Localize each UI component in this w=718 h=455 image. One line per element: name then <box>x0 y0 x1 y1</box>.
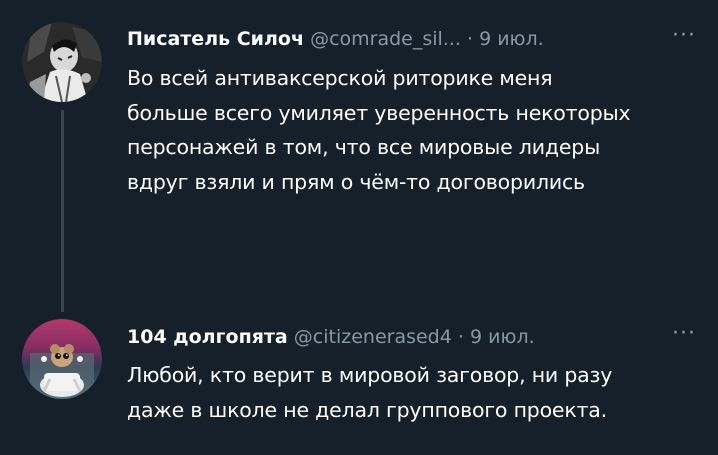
tweet-timestamp[interactable]: 9 июл. <box>470 326 535 348</box>
tweet-text-line: вдруг взяли и прям о чём-то договорились <box>127 169 585 194</box>
header-separator: · <box>466 28 474 50</box>
tweet-text-line: персонажей в том, что все мировые лидеры <box>127 135 601 159</box>
author-name[interactable]: 104 долгопята <box>127 326 288 348</box>
tweet-header: 104 долгопята @citizenerased4 · 9 июл. <box>127 324 698 350</box>
author-handle[interactable]: @comrade_sil... <box>310 28 461 50</box>
tweet-text-line: даже в школе не делал группового проекта… <box>127 397 607 422</box>
tweet-text: Во всей антиваксерской риторике меня бол… <box>127 61 702 199</box>
more-options-icon[interactable]: ··· <box>672 25 696 47</box>
tweet-text-line: Любой, кто верит в мировой заговор, ни р… <box>127 363 613 387</box>
author-name[interactable]: Писатель Силоч <box>127 28 304 50</box>
tweet[interactable]: 104 долгопята @citizenerased4 · 9 июл. ·… <box>0 300 718 455</box>
tweet[interactable]: Писатель Силоч @comrade_sil... · 9 июл. … <box>0 0 718 312</box>
more-options-icon[interactable]: ··· <box>672 323 696 345</box>
avatar[interactable] <box>22 22 102 102</box>
tweet-timestamp[interactable]: 9 июл. <box>479 28 544 50</box>
tweet-header: Писатель Силоч @comrade_sil... · 9 июл. <box>127 26 698 52</box>
header-separator: · <box>457 326 464 348</box>
tweet-text-line: Во всей антиваксерской риторике меня <box>127 66 553 90</box>
tweet-text-line: больше всего умиляет уверенность некотор… <box>127 100 631 125</box>
avatar[interactable] <box>22 319 102 399</box>
thread-connector-line <box>61 110 64 312</box>
author-avatar-image <box>22 22 102 102</box>
author-avatar-image <box>22 319 102 399</box>
author-handle[interactable]: @citizenerased4 <box>294 326 452 348</box>
tweet-text: Любой, кто верит в мировой заговор, ни р… <box>127 358 702 427</box>
